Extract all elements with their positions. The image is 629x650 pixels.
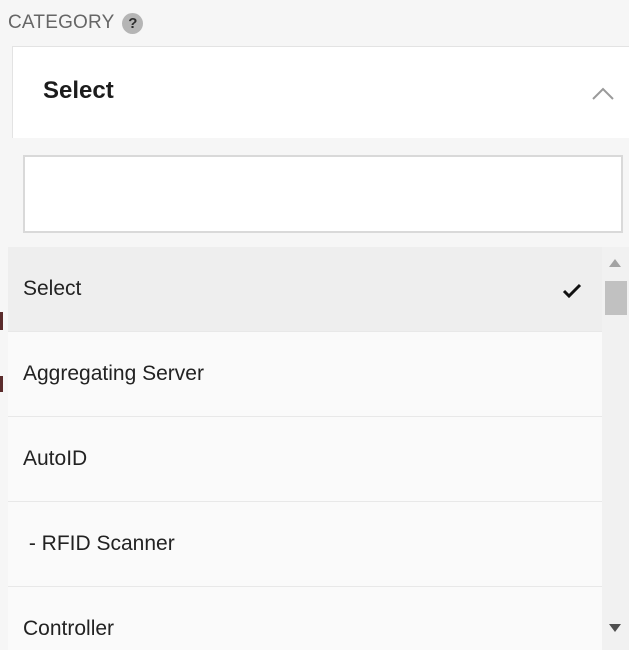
select-toggle[interactable]: Select xyxy=(12,46,629,138)
field-label: CATEGORY ? xyxy=(8,10,144,36)
option-controller[interactable]: Controller xyxy=(8,587,602,650)
category-dropdown-panel: CATEGORY ? Select Select Aggregating Ser… xyxy=(0,0,629,650)
search-input[interactable] xyxy=(23,155,623,233)
edge-mark xyxy=(0,376,3,392)
search-container xyxy=(12,140,629,246)
help-icon[interactable]: ? xyxy=(122,12,144,34)
option-label: - RFID Scanner xyxy=(23,532,175,555)
field-label-text: CATEGORY xyxy=(8,12,115,33)
option-label: Aggregating Server xyxy=(23,362,204,385)
edge-mark xyxy=(0,312,3,330)
scroll-up-arrow-icon[interactable] xyxy=(608,257,622,269)
option-label: Controller xyxy=(23,617,115,640)
option-label: Select xyxy=(23,277,82,300)
options-scrollbar[interactable] xyxy=(602,247,629,650)
scroll-down-arrow-icon[interactable] xyxy=(608,622,622,634)
option-aggregating-server[interactable]: Aggregating Server xyxy=(8,332,602,417)
scrollbar-thumb[interactable] xyxy=(605,281,627,315)
selected-value: Select xyxy=(43,77,114,104)
option-rfid-scanner[interactable]: - RFID Scanner xyxy=(8,502,602,587)
option-label: AutoID xyxy=(23,447,88,470)
options-list: Select Aggregating Server AutoID - RFID … xyxy=(8,247,602,650)
option-autoid[interactable]: AutoID xyxy=(8,417,602,502)
checkmark-icon xyxy=(562,283,582,299)
option-select[interactable]: Select xyxy=(8,247,602,332)
chevron-up-icon[interactable] xyxy=(591,87,615,101)
